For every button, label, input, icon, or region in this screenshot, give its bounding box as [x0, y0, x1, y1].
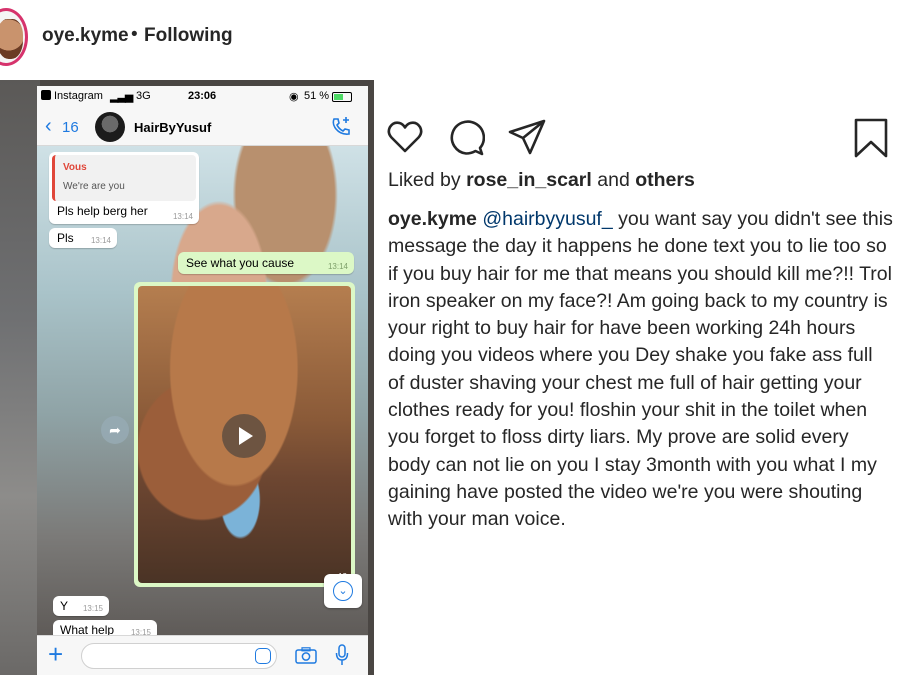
contact-name: HairByYusuf: [134, 120, 212, 135]
message-time: 13:14: [327, 262, 348, 271]
message-input: [81, 643, 277, 669]
post-username[interactable]: oye.kyme: [42, 25, 129, 47]
reply-text: We're are you: [63, 181, 125, 192]
status-network: 3G: [136, 90, 151, 102]
message-bubble: Pls 13:14: [49, 228, 117, 248]
message-text: Pls: [57, 231, 74, 245]
message-text: See what you cause: [186, 256, 295, 270]
liked-by-others[interactable]: others: [635, 169, 695, 191]
back-chevron-icon: ‹: [45, 115, 52, 137]
message-bubble: Y 13:15: [53, 596, 109, 616]
liked-by-user[interactable]: rose_in_scarl: [466, 169, 592, 191]
plus-icon: +: [48, 639, 64, 669]
message-time: 13:14: [90, 236, 111, 245]
message-text: Pls help berg her: [57, 204, 148, 218]
chat-header: ‹ 16 HairByYusuf: [37, 108, 368, 146]
message-time: 13:15: [82, 604, 103, 613]
message-bubble-outgoing: See what you cause 13:14: [178, 252, 354, 274]
bookmark-icon[interactable]: [852, 118, 890, 158]
instagram-icon: [41, 90, 51, 100]
comment-icon[interactable]: [447, 118, 485, 156]
status-time: 23:06: [188, 90, 217, 102]
reply-quote: Vous We're are you: [52, 155, 196, 201]
video-thumbnail: 13: [138, 286, 351, 583]
likes-middle: and: [597, 169, 630, 191]
contact-avatar: [95, 112, 125, 142]
likes-line: Liked by rose_in_scarl and others: [388, 169, 695, 192]
likes-prefix: Liked by: [388, 169, 461, 191]
post-actions: [386, 118, 892, 158]
caption-text: you want say you didn't see this message…: [388, 208, 893, 531]
post-media[interactable]: Instagram ▂▃▅ 3G 23:06 ◉ 51 % ‹ 16 HairB…: [0, 80, 374, 675]
avatar-image: [0, 19, 23, 59]
message-bubble: Vous We're are you Pls help berg her 13:…: [49, 152, 199, 224]
sticker-icon: [255, 648, 271, 664]
header-separator: •: [131, 24, 138, 45]
alarm-icon: ◉: [289, 91, 299, 103]
phone-status-bar: Instagram ▂▃▅ 3G 23:06 ◉ 51 %: [37, 86, 368, 108]
heart-icon[interactable]: [386, 118, 424, 156]
forward-icon: ➦: [101, 416, 129, 444]
status-app: Instagram: [41, 90, 103, 102]
battery-icon: [332, 92, 352, 102]
post-header: oye.kyme • Following: [0, 0, 900, 72]
scroll-down-button: ⌄: [324, 574, 362, 608]
message-time: 13:14: [172, 212, 193, 221]
whatsapp-screenshot: Instagram ▂▃▅ 3G 23:06 ◉ 51 % ‹ 16 HairB…: [37, 86, 368, 675]
chevron-down-icon: ⌄: [333, 581, 353, 601]
play-icon: [222, 414, 266, 458]
chat-input-bar: +: [37, 635, 368, 675]
reply-author: Vous: [63, 162, 87, 173]
media-background: [0, 80, 40, 675]
caption-username[interactable]: oye.kyme: [388, 208, 477, 230]
back-count: 16: [62, 119, 79, 136]
share-icon[interactable]: [508, 118, 546, 156]
signal-icon: ▂▃▅: [110, 91, 133, 103]
camera-icon: [295, 647, 317, 664]
following-button[interactable]: Following: [144, 25, 233, 47]
video-message: 13: [134, 282, 355, 587]
avatar[interactable]: [0, 8, 28, 66]
message-text: Y: [60, 599, 69, 613]
caption-mention[interactable]: @hairbyyusuf_: [482, 208, 612, 230]
microphone-icon: [335, 644, 349, 665]
post-caption: oye.kyme @hairbyyusuf_ you want say you …: [388, 206, 894, 534]
status-battery: 51 %: [304, 90, 330, 102]
add-call-icon: [332, 117, 350, 135]
